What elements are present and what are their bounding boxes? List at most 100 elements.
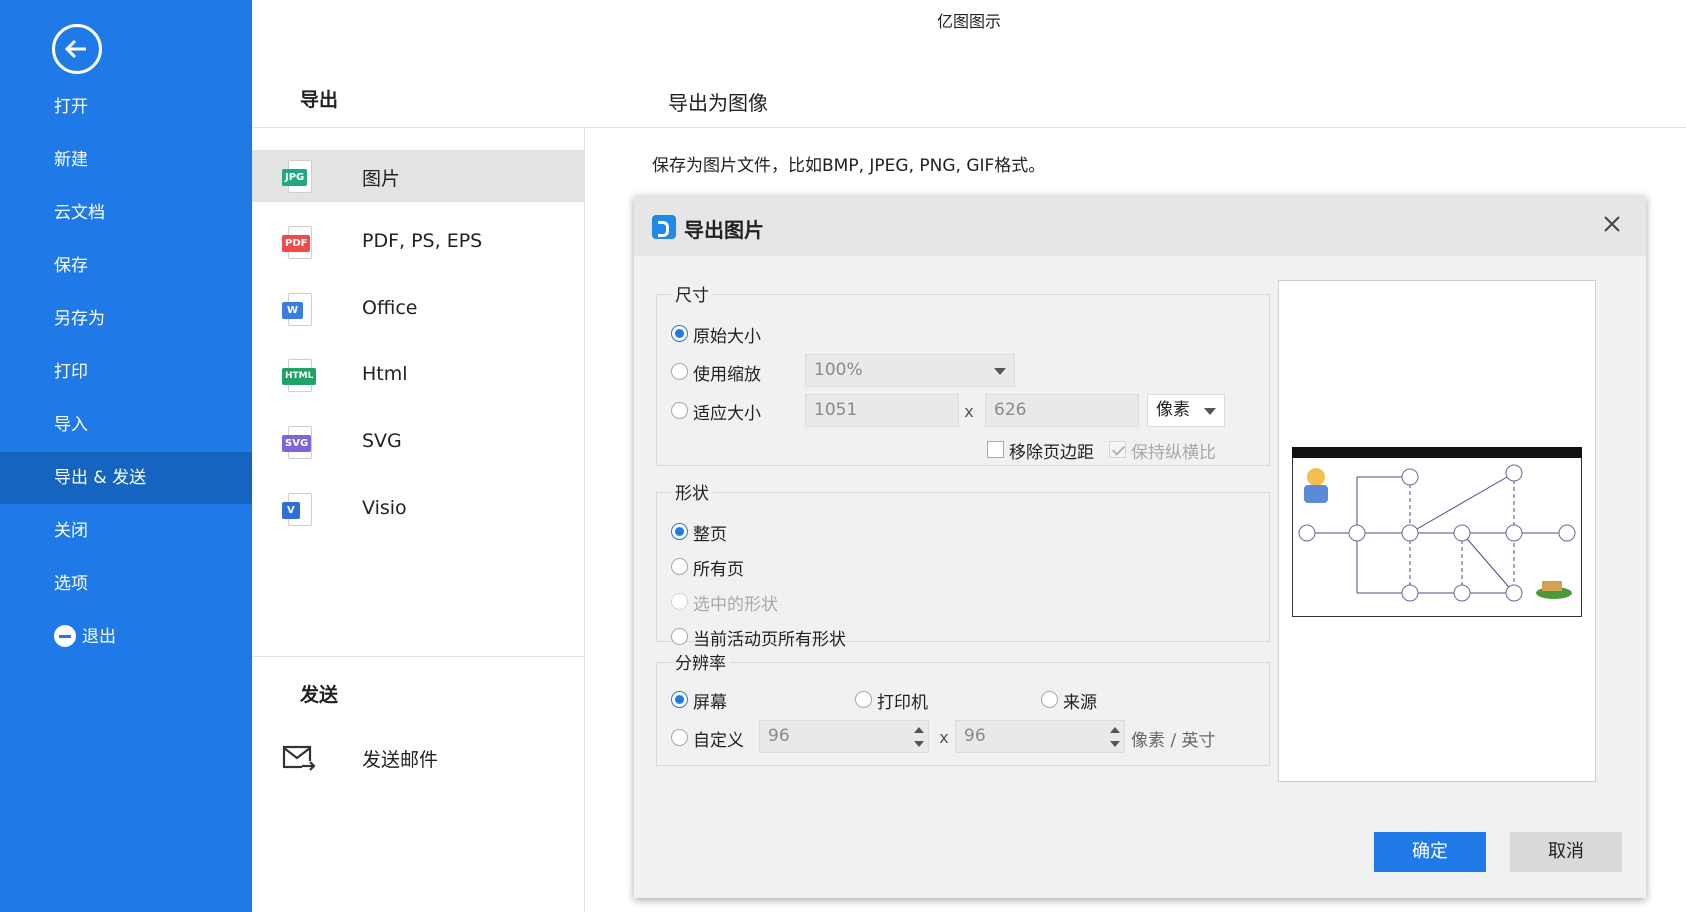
html-file-icon: HTML	[282, 359, 317, 392]
source-label: 来源	[1063, 693, 1097, 713]
sidebar-item-label: 保存	[54, 256, 88, 276]
spin-arrows-icon[interactable]	[914, 724, 924, 750]
active-page-shapes-label: 当前活动页所有形状	[693, 630, 846, 650]
ok-button[interactable]: 确定	[1374, 832, 1486, 872]
whole-page-label: 整页	[693, 525, 727, 545]
preview-panel	[1278, 280, 1596, 782]
printer-label: 打印机	[877, 693, 928, 713]
visio-file-icon: V	[282, 493, 312, 526]
export-image-title: 导出为图像	[668, 91, 768, 115]
custom-label: 自定义	[693, 731, 744, 751]
sidebar-item-label: 云文档	[54, 203, 105, 223]
shape-group-title: 形状	[671, 479, 713, 504]
source-radio[interactable]	[1041, 691, 1058, 708]
resolution-group: 分辨率 屏幕 打印机 来源 自定义 96 x 96 像素 / 英寸	[656, 649, 1270, 766]
chevron-down-icon	[994, 368, 1006, 375]
app-logo-icon	[652, 215, 676, 239]
sidebar-item-close[interactable]: 关闭	[0, 505, 252, 557]
sidebar-item-label: 新建	[54, 150, 88, 170]
sidebar-item-label: 打开	[54, 97, 88, 117]
selected-shapes-label: 选中的形状	[693, 595, 778, 615]
dpi-unit-label: 像素 / 英寸	[1131, 731, 1216, 751]
format-item-office[interactable]: W Office	[252, 283, 584, 335]
sidebar-item-label: 选项	[54, 574, 88, 594]
dpi-y-stepper[interactable]: 96	[955, 720, 1125, 753]
selected-shapes-radio[interactable]	[671, 593, 688, 610]
word-file-icon: W	[282, 293, 312, 326]
sidebar-item-import[interactable]: 导入	[0, 399, 252, 451]
width-value: 1051	[814, 400, 858, 420]
unit-value: 像素	[1156, 400, 1190, 420]
scale-select[interactable]: 100%	[805, 354, 1015, 387]
keep-ratio-label: 保持纵横比	[1131, 443, 1216, 463]
width-input[interactable]: 1051	[805, 394, 959, 427]
size-group-title: 尺寸	[671, 281, 713, 306]
dpi-x-value: 96	[768, 726, 790, 746]
app-title: 亿图图示	[936, 12, 1001, 31]
format-item-svg[interactable]: SVG SVG	[252, 416, 584, 468]
divider	[252, 127, 1686, 128]
sidebar-item-new[interactable]: 新建	[0, 134, 252, 186]
sidebar-item-options[interactable]: 选项	[0, 558, 252, 610]
size-separator: x	[964, 402, 974, 421]
sidebar-item-open[interactable]: 打开	[0, 81, 252, 133]
format-label: Visio	[362, 497, 407, 519]
sidebar-item-print[interactable]: 打印	[0, 346, 252, 398]
pdf-file-icon: PDF	[282, 226, 312, 259]
whole-page-radio[interactable]	[671, 523, 688, 540]
back-arrow-icon[interactable]	[52, 24, 102, 74]
sidebar-item-export-send[interactable]: 导出 & 发送	[0, 452, 252, 504]
format-label: PDF, PS, EPS	[362, 230, 483, 252]
format-item-pdf[interactable]: PDF PDF, PS, EPS	[252, 216, 584, 268]
exit-icon	[54, 624, 76, 647]
unit-select[interactable]: 像素	[1147, 394, 1225, 427]
format-label: 图片	[362, 168, 401, 190]
dpi-y-value: 96	[964, 726, 986, 746]
sidebar-item-label: 另存为	[54, 309, 105, 329]
export-image-description: 保存为图片文件，比如BMP, JPEG, PNG, GIF格式。	[652, 156, 1046, 176]
export-image-dialog: 导出图片 尺寸 原始大小 使用缩放 100% 适应大小 1051 x 626 像…	[634, 196, 1646, 898]
format-item-html[interactable]: HTML Html	[252, 349, 584, 401]
cancel-button[interactable]: 取消	[1510, 832, 1622, 872]
dialog-title: 导出图片	[684, 218, 764, 242]
format-label: Html	[362, 363, 408, 385]
height-input[interactable]: 626	[985, 394, 1139, 427]
screen-radio[interactable]	[671, 691, 688, 708]
format-item-image[interactable]: JPG 图片	[252, 150, 584, 202]
all-pages-label: 所有页	[693, 560, 744, 580]
dpi-x-stepper[interactable]: 96	[759, 720, 929, 753]
use-scale-radio[interactable]	[671, 363, 688, 380]
sidebar-item-cloud-docs[interactable]: 云文档	[0, 187, 252, 239]
divider	[252, 656, 585, 657]
sidebar-item-save-as[interactable]: 另存为	[0, 293, 252, 345]
remove-margin-label: 移除页边距	[1009, 443, 1094, 463]
sidebar-item-label: 打印	[54, 362, 88, 382]
sidebar-item-save[interactable]: 保存	[0, 240, 252, 292]
dpi-separator: x	[939, 728, 949, 747]
svg-file-icon: SVG	[282, 426, 312, 459]
keep-ratio-checkbox[interactable]	[1109, 441, 1126, 458]
send-heading: 发送	[300, 684, 339, 706]
custom-radio[interactable]	[671, 729, 688, 746]
send-email-item[interactable]: 发送邮件	[252, 737, 584, 781]
fit-size-radio[interactable]	[671, 402, 688, 419]
sidebar-item-label: 导入	[54, 415, 88, 435]
fit-size-label: 适应大小	[693, 404, 761, 424]
format-item-visio[interactable]: V Visio	[252, 483, 584, 535]
close-icon[interactable]	[1600, 212, 1624, 236]
shape-group: 形状 整页 所有页 选中的形状 当前活动页所有形状	[656, 479, 1270, 650]
mail-send-icon	[282, 745, 316, 771]
printer-radio[interactable]	[855, 691, 872, 708]
all-pages-radio[interactable]	[671, 558, 688, 575]
sidebar: 打开 新建 云文档 保存 另存为 打印 导入 导出 & 发送 关闭 选项 退出	[0, 0, 252, 912]
jpg-file-icon: JPG	[282, 160, 312, 193]
sidebar-item-exit[interactable]: 退出	[0, 611, 252, 663]
dialog-header: 导出图片	[634, 196, 1646, 256]
remove-margin-checkbox[interactable]	[987, 441, 1004, 458]
original-size-radio[interactable]	[671, 325, 688, 342]
height-value: 626	[994, 400, 1027, 420]
spin-arrows-icon[interactable]	[1110, 724, 1120, 750]
active-page-shapes-radio[interactable]	[671, 628, 688, 645]
diagram-preview-thumbnail	[1292, 447, 1582, 617]
use-scale-label: 使用缩放	[693, 365, 761, 385]
